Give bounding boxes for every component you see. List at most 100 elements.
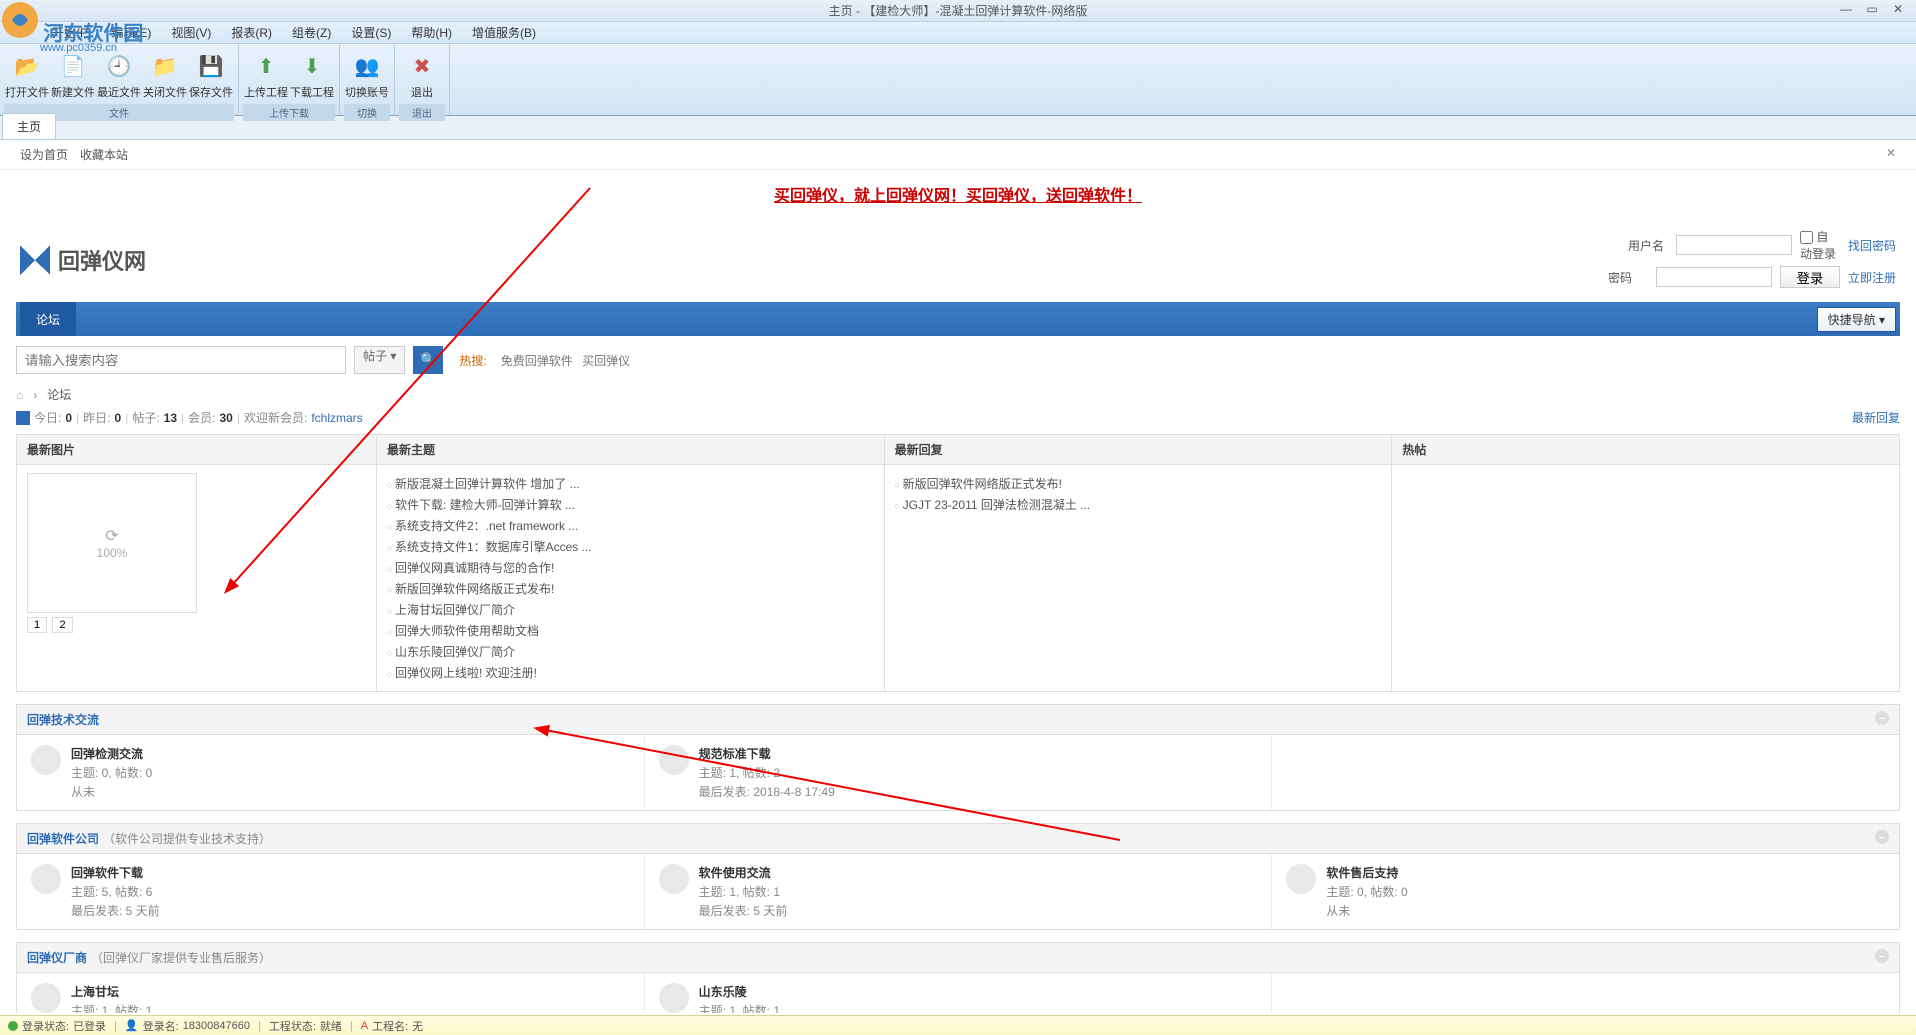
image-page-1[interactable]: 1 [27,617,47,633]
favorite-link[interactable]: 收藏本站 [80,146,128,163]
forum-title[interactable]: 软件使用交流 [699,864,788,881]
topic-link[interactable]: 新版回弹软件网络版正式发布! [395,582,554,596]
forum-cell[interactable]: 软件使用交流主题: 1, 帖数: 1最后发表: 5 天前 [645,854,1273,929]
forum-cell[interactable]: 软件售后支持主题: 0, 帖数: 0从未 [1272,854,1899,929]
topic-link[interactable]: 软件下载: 建检大师-回弹计算软 ... [395,498,575,512]
auto-login-checkbox[interactable] [1800,231,1813,244]
forum-cell[interactable] [1272,735,1899,810]
bookmark-bar: 设为首页 收藏本站 ✕ [0,140,1916,170]
username-label: 用户名 [1628,237,1668,254]
search-input[interactable] [16,346,346,374]
password-input[interactable] [1656,267,1772,287]
section-header[interactable]: 回弹仪厂商（回弹仪厂家提供专业售后服务）– [17,943,1899,973]
topic-link[interactable]: 上海甘坛回弹仪厂简介 [395,603,515,617]
menu-group[interactable]: 组卷(Z) [282,24,341,41]
topic-link[interactable]: 系统支持文件1：数据库引擎Acces ... [395,540,592,554]
latest-reply-link[interactable]: 最新回复 [1852,409,1900,426]
forum-title[interactable]: 山东乐陵 [699,983,780,1000]
ribbon-icon: ✖ [406,50,438,82]
list-item: 上海甘坛回弹仪厂简介 [387,599,874,620]
quick-nav-button[interactable]: 快捷导航 ▾ [1817,307,1896,332]
ribbon-btn-切换账号[interactable]: 👥切换账号 [344,46,390,104]
banner-text[interactable]: 买回弹仪，就上回弹仪网！买回弹仪，送回弹软件！ [774,188,1142,205]
topic-link[interactable]: JGJT 23-2011 回弹法检测混凝土 ... [903,498,1091,512]
title-bar: 主页 - 【建检大师】-混凝土回弹计算软件-网络版 — ▭ ✕ [0,0,1916,22]
forum-title[interactable]: 软件售后支持 [1326,864,1407,881]
speech-bubble-icon [659,983,689,1013]
nav-forum[interactable]: 论坛 [20,302,76,336]
breadcrumb-forum[interactable]: 论坛 [47,386,71,403]
home-icon[interactable]: ⌂ [16,388,23,402]
menu-view[interactable]: 视图(V) [161,24,221,41]
auto-login-label[interactable]: 自动登录 [1800,228,1840,262]
set-home-link[interactable]: 设为首页 [20,146,68,163]
forum-cell[interactable] [1272,973,1899,1013]
speech-bubble-icon [659,745,689,775]
forum-cell[interactable]: 回弹检测交流主题: 0, 帖数: 0从未 [17,735,645,810]
image-page-2[interactable]: 2 [52,617,72,633]
speech-bubble-icon [659,864,689,894]
menu-start[interactable]: 开始(F) [42,24,101,41]
topic-link[interactable]: 回弹大师软件使用帮助文档 [395,624,539,638]
ribbon-btn-保存文件[interactable]: 💾保存文件 [188,46,234,104]
info-panels: 最新图片 ⟳ 100% 1 2 最新主题 新版混凝土回弹计算软件 增加了 ...… [16,434,1900,692]
ribbon-group-3: ✖退出退出 [395,44,450,115]
panel-header-images: 最新图片 [17,435,376,465]
collapse-icon[interactable]: – [1875,949,1889,963]
forum-cell[interactable]: 规范标准下载主题: 1, 帖数: 2最后发表: 2018-4-8 17:49 [645,735,1273,810]
forgot-password-link[interactable]: 找回密码 [1848,237,1896,254]
topic-link[interactable]: 回弹仪网上线啦! 欢迎注册! [395,666,537,680]
hot-link-1[interactable]: 免费回弹软件 [501,354,573,368]
forum-title[interactable]: 回弹软件下载 [71,864,160,881]
maximize-button[interactable]: ▭ [1862,2,1882,16]
username-input[interactable] [1676,235,1792,255]
collapse-icon[interactable]: – [1875,711,1889,725]
menu-bar: 开始(F) 编辑(E) 视图(V) 报表(R) 组卷(Z) 设置(S) 帮助(H… [0,22,1916,44]
ribbon-btn-下载工程[interactable]: ⬇下载工程 [289,46,335,104]
list-item: 回弹大师软件使用帮助文档 [387,620,874,641]
ribbon-btn-打开文件[interactable]: 📂打开文件 [4,46,50,104]
section-header[interactable]: 回弹软件公司（软件公司提供专业技术支持）– [17,824,1899,854]
menu-report[interactable]: 报表(R) [221,24,282,41]
login-button[interactable]: 登录 [1780,266,1840,288]
forum-title[interactable]: 回弹检测交流 [71,745,152,762]
ribbon-btn-关闭文件[interactable]: 📁关闭文件 [142,46,188,104]
forum-cell[interactable]: 上海甘坛主题: 1, 帖数: 1 [17,973,645,1013]
ribbon-btn-新建文件[interactable]: 📄新建文件 [50,46,96,104]
topic-link[interactable]: 山东乐陵回弹仪厂简介 [395,645,515,659]
forum-cell[interactable]: 回弹软件下载主题: 5, 帖数: 6最后发表: 5 天前 [17,854,645,929]
topic-link[interactable]: 新版回弹软件网络版正式发布! [903,477,1062,491]
menu-settings[interactable]: 设置(S) [341,24,401,41]
collapse-icon[interactable]: – [1875,830,1889,844]
forum-logo[interactable]: 回弹仪网 [20,244,146,276]
tab-home[interactable]: 主页 [2,113,56,139]
newest-member-link[interactable]: fchlzmars [311,411,362,425]
search-type-select[interactable]: 帖子 ▾ [354,346,405,374]
ribbon-icon: ⬆ [250,50,282,82]
close-panel-icon[interactable]: ✕ [1886,146,1896,163]
forum-title[interactable]: 上海甘坛 [71,983,152,1000]
section-header[interactable]: 回弹技术交流– [17,705,1899,735]
menu-value-added[interactable]: 增值服务(B) [462,24,546,41]
ribbon-btn-上传工程[interactable]: ⬆上传工程 [243,46,289,104]
window-title: 主页 - 【建检大师】-混凝土回弹计算软件-网络版 [829,2,1088,19]
topic-link[interactable]: 新版混凝土回弹计算软件 增加了 ... [395,477,580,491]
ribbon-btn-退出[interactable]: ✖退出 [399,46,445,104]
forum-title[interactable]: 规范标准下载 [699,745,835,762]
minimize-button[interactable]: — [1836,2,1856,16]
ribbon-icon: 👥 [351,50,383,82]
panel-header-replies: 最新回复 [885,435,1392,465]
menu-edit[interactable]: 编辑(E) [101,24,161,41]
search-button[interactable]: 🔍 [413,346,443,374]
topic-link[interactable]: 系统支持文件2：.net framework ... [395,519,578,533]
ribbon-btn-最近文件[interactable]: 🕘最近文件 [96,46,142,104]
menu-help[interactable]: 帮助(H) [401,24,462,41]
register-link[interactable]: 立即注册 [1848,269,1896,286]
forum-cell[interactable]: 山东乐陵主题: 1, 帖数: 1 [645,973,1273,1013]
forum-section: 回弹软件公司（软件公司提供专业技术支持）–回弹软件下载主题: 5, 帖数: 6最… [16,823,1900,930]
status-bar: 登录状态: 已登录 | 👤 登录名: 18300847660 | 工程状态: 就… [0,1015,1916,1035]
topic-link[interactable]: 回弹仪网真诚期待与您的合作! [395,561,554,575]
close-window-button[interactable]: ✕ [1888,2,1908,16]
ribbon-icon: 📄 [57,50,89,82]
hot-link-2[interactable]: 买回弹仪 [582,354,630,368]
